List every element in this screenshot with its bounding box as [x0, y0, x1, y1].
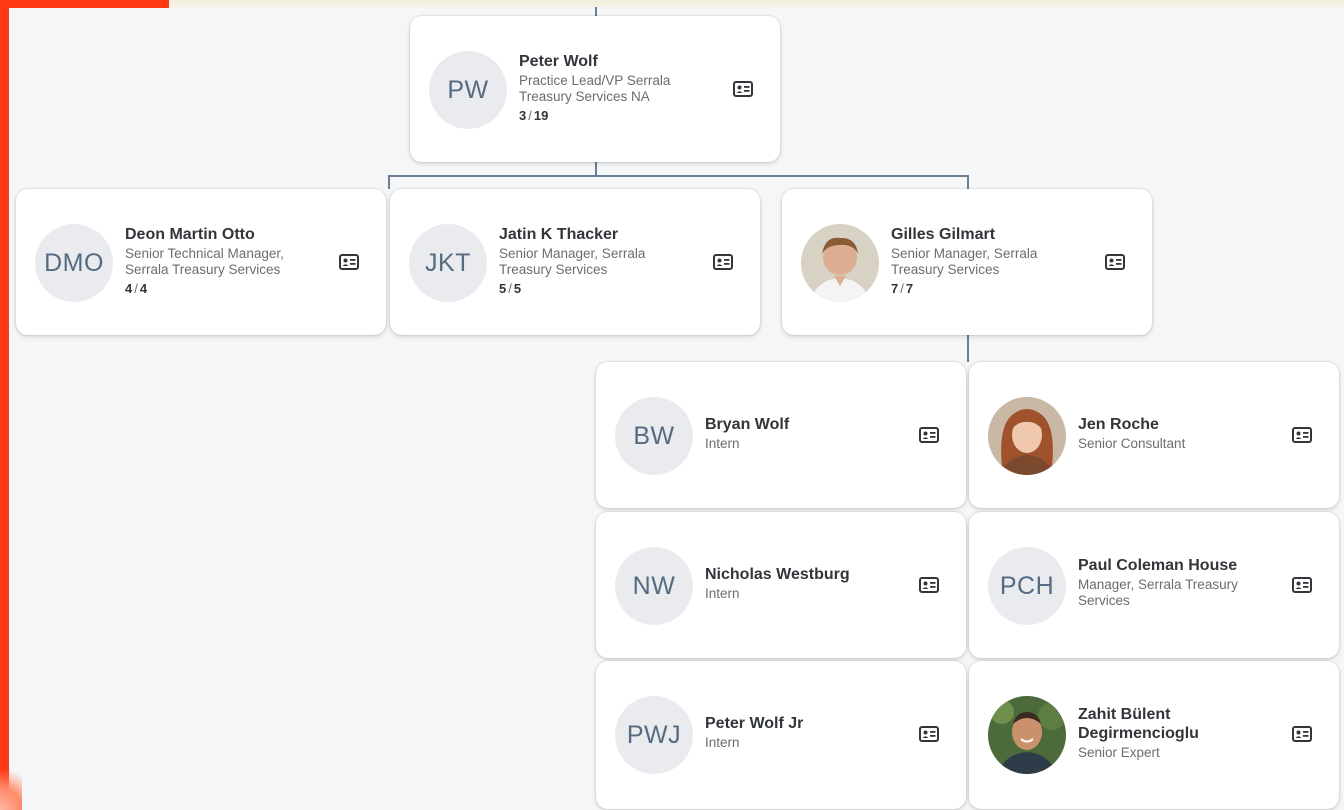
avatar: BW [615, 397, 693, 475]
decorative-glow [0, 760, 22, 810]
report-count: 4/4 [125, 281, 148, 296]
employee-title: Intern [705, 586, 740, 601]
avatar: PCH [988, 547, 1066, 625]
connector-line [967, 335, 969, 362]
avatar: DMO [35, 224, 113, 302]
contact-card-icon [1292, 427, 1312, 443]
connector-line [388, 175, 390, 189]
top-accent-bar [9, 0, 169, 8]
employee-title: Senior Manager, Serrala Treasury Service… [891, 246, 1038, 277]
contact-card-button[interactable] [918, 424, 940, 446]
header-strip [169, 0, 1344, 7]
avatar-photo [988, 397, 1066, 475]
employee-title: Senior Manager, Serrala Treasury Service… [499, 246, 646, 277]
report-count: 3/19 [519, 108, 549, 123]
contact-card-icon [339, 254, 359, 270]
contact-card-icon [919, 427, 939, 443]
connector-line [388, 175, 969, 177]
org-card-team-member[interactable]: Jen Roche Senior Consultant [969, 362, 1339, 508]
employee-name[interactable]: Peter Wolf Jr [705, 714, 905, 733]
employee-title: Senior Expert [1078, 745, 1160, 760]
avatar: PW [429, 51, 507, 129]
contact-card-button[interactable] [1291, 424, 1313, 446]
contact-card-icon [1292, 726, 1312, 742]
report-count: 7/7 [891, 281, 914, 296]
connector-line [967, 175, 969, 189]
employee-title: Senior Consultant [1078, 436, 1186, 451]
employee-title: Intern [705, 735, 740, 750]
org-card-team-member[interactable]: NW Nicholas Westburg Intern [596, 512, 966, 658]
avatar-photo [801, 224, 879, 302]
contact-card-icon [1105, 254, 1125, 270]
contact-card-button[interactable] [1291, 723, 1313, 745]
employee-name[interactable]: Peter Wolf [519, 52, 719, 71]
contact-card-button[interactable] [732, 78, 754, 100]
employee-name[interactable]: Gilles Gilmart [891, 225, 1091, 244]
contact-card-icon [1292, 577, 1312, 593]
connector-line [595, 7, 597, 16]
employee-title: Manager, Serrala Treasury Services [1078, 577, 1238, 608]
org-card-direct-report[interactable]: Gilles Gilmart Senior Manager, Serrala T… [782, 189, 1152, 335]
report-count: 5/5 [499, 281, 522, 296]
org-card-direct-report[interactable]: DMO Deon Martin Otto Senior Technical Ma… [16, 189, 386, 335]
contact-card-icon [733, 81, 753, 97]
contact-card-icon [919, 726, 939, 742]
contact-card-button[interactable] [338, 251, 360, 273]
contact-card-button[interactable] [918, 574, 940, 596]
org-card-manager[interactable]: PW Peter Wolf Practice Lead/VP Serrala T… [410, 16, 780, 162]
left-accent-bar [0, 0, 9, 810]
employee-title: Practice Lead/VP Serrala Treasury Servic… [519, 73, 671, 104]
employee-name[interactable]: Paul Coleman House [1078, 556, 1278, 575]
employee-name[interactable]: Nicholas Westburg [705, 565, 905, 584]
contact-card-button[interactable] [1291, 574, 1313, 596]
contact-card-button[interactable] [918, 723, 940, 745]
employee-name[interactable]: Zahit Bülent Degirmencioglu [1078, 705, 1228, 743]
employee-name[interactable]: Deon Martin Otto [125, 225, 325, 244]
org-card-direct-report[interactable]: JKT Jatin K Thacker Senior Manager, Serr… [390, 189, 760, 335]
avatar-photo [988, 696, 1066, 774]
employee-name[interactable]: Bryan Wolf [705, 415, 905, 434]
employee-name[interactable]: Jen Roche [1078, 415, 1278, 434]
contact-card-button[interactable] [712, 251, 734, 273]
org-card-team-member[interactable]: Zahit Bülent Degirmencioglu Senior Exper… [969, 661, 1339, 809]
org-card-team-member[interactable]: PCH Paul Coleman House Manager, Serrala … [969, 512, 1339, 658]
org-card-team-member[interactable]: BW Bryan Wolf Intern [596, 362, 966, 508]
avatar: NW [615, 547, 693, 625]
avatar: JKT [409, 224, 487, 302]
org-card-team-member[interactable]: PWJ Peter Wolf Jr Intern [596, 661, 966, 809]
contact-card-icon [919, 577, 939, 593]
avatar: PWJ [615, 696, 693, 774]
employee-title: Senior Technical Manager, Serrala Treasu… [125, 246, 284, 277]
contact-card-button[interactable] [1104, 251, 1126, 273]
connector-line [595, 162, 597, 176]
employee-name[interactable]: Jatin K Thacker [499, 225, 699, 244]
employee-title: Intern [705, 436, 740, 451]
contact-card-icon [713, 254, 733, 270]
